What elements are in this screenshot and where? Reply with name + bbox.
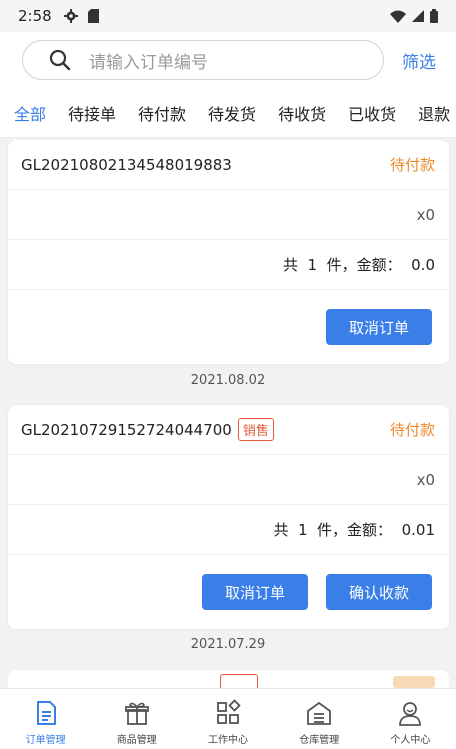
order-actions: 取消订单	[8, 290, 449, 364]
search-icon	[49, 49, 71, 71]
filter-button[interactable]: 筛选	[402, 48, 436, 73]
order-status-tabs: 全部 待接单 待付款 待发货 待收货 已收货 退款	[0, 88, 456, 138]
nav-personal-center[interactable]: 个人中心	[365, 689, 456, 749]
bottom-navigation: 订单管理 商品管理 工作中心 仓库管理 个人中心	[0, 688, 456, 749]
sim-card-icon	[87, 9, 99, 23]
gift-box-icon	[124, 702, 149, 725]
search-placeholder: 请输入订单编号	[89, 52, 208, 73]
tab-received[interactable]: 已收货	[348, 101, 396, 125]
order-card-partial[interactable]	[8, 670, 449, 688]
tab-refund[interactable]: 退款	[418, 101, 450, 125]
nav-label: 商品管理	[116, 735, 157, 746]
nav-product-management[interactable]: 商品管理	[91, 689, 182, 749]
wifi-icon	[390, 10, 406, 23]
order-actions: 取消订单 确认收款	[8, 555, 449, 629]
order-card[interactable]: GL20210729152724044700 销售 待付款 x0 共 1 件，金…	[8, 405, 449, 629]
order-summary-row: 共 1 件，金额： 0.0	[8, 240, 449, 290]
nav-label: 工作中心	[208, 735, 248, 746]
cancel-order-button[interactable]: 取消订单	[202, 574, 308, 610]
nav-warehouse-management[interactable]: 仓库管理	[274, 689, 365, 749]
item-quantity: x0	[416, 205, 435, 224]
order-date: 2021.07.29	[190, 637, 266, 652]
order-summary: 共 1 件，金额： 0.01	[273, 521, 435, 539]
tab-pending-payment[interactable]: 待付款	[138, 101, 186, 125]
search-bar: 请输入订单编号 筛选	[0, 32, 456, 88]
order-status: 待付款	[389, 421, 435, 439]
nav-label: 个人中心	[390, 735, 431, 746]
nav-label: 订单管理	[25, 735, 66, 746]
order-header-row: GL20210729152724044700 销售 待付款	[8, 405, 449, 455]
order-summary-row: 共 1 件，金额： 0.01	[8, 505, 449, 555]
order-number: GL20210729152724044700	[21, 420, 232, 439]
grid-apps-icon	[217, 699, 241, 724]
order-item-row: x0	[8, 455, 449, 505]
order-list: GL20210802134548019883 待付款 x0 共 1 件，金额： …	[0, 140, 456, 688]
tab-pending-accept[interactable]: 待接单	[68, 101, 116, 125]
confirm-payment-button[interactable]: 确认收款	[326, 574, 432, 610]
order-status: 待付款	[389, 156, 435, 174]
nav-order-management[interactable]: 订单管理	[0, 689, 91, 749]
cancel-order-button[interactable]: 取消订单	[326, 309, 432, 345]
warehouse-icon	[307, 701, 332, 725]
order-card[interactable]: GL20210802134548019883 待付款 x0 共 1 件，金额： …	[8, 140, 449, 364]
signal-icon	[412, 10, 424, 22]
tab-pending-receipt[interactable]: 待收货	[278, 101, 326, 125]
search-input[interactable]: 请输入订单编号	[22, 40, 384, 80]
item-quantity: x0	[416, 470, 435, 489]
nav-work-center[interactable]: 工作中心	[182, 689, 273, 749]
nav-label: 仓库管理	[299, 735, 340, 746]
order-header-row: GL20210802134548019883 待付款	[8, 140, 449, 190]
battery-icon	[430, 9, 438, 23]
tab-pending-shipment[interactable]: 待发货	[208, 101, 256, 125]
order-status-partial	[393, 676, 435, 688]
order-doc-icon	[36, 701, 56, 725]
status-time: 2:58	[18, 7, 52, 25]
settings-gear-icon	[63, 9, 78, 23]
tab-all[interactable]: 全部	[14, 101, 46, 125]
order-item-row: x0	[8, 190, 449, 240]
order-number: GL20210802134548019883	[21, 155, 232, 174]
order-date: 2021.08.02	[190, 373, 266, 388]
sale-tag-badge: 销售	[237, 418, 274, 441]
sale-tag-badge-partial	[220, 674, 258, 688]
person-icon	[399, 702, 422, 726]
order-summary: 共 1 件，金额： 0.0	[282, 256, 435, 274]
status-bar: 2:58	[0, 0, 456, 32]
